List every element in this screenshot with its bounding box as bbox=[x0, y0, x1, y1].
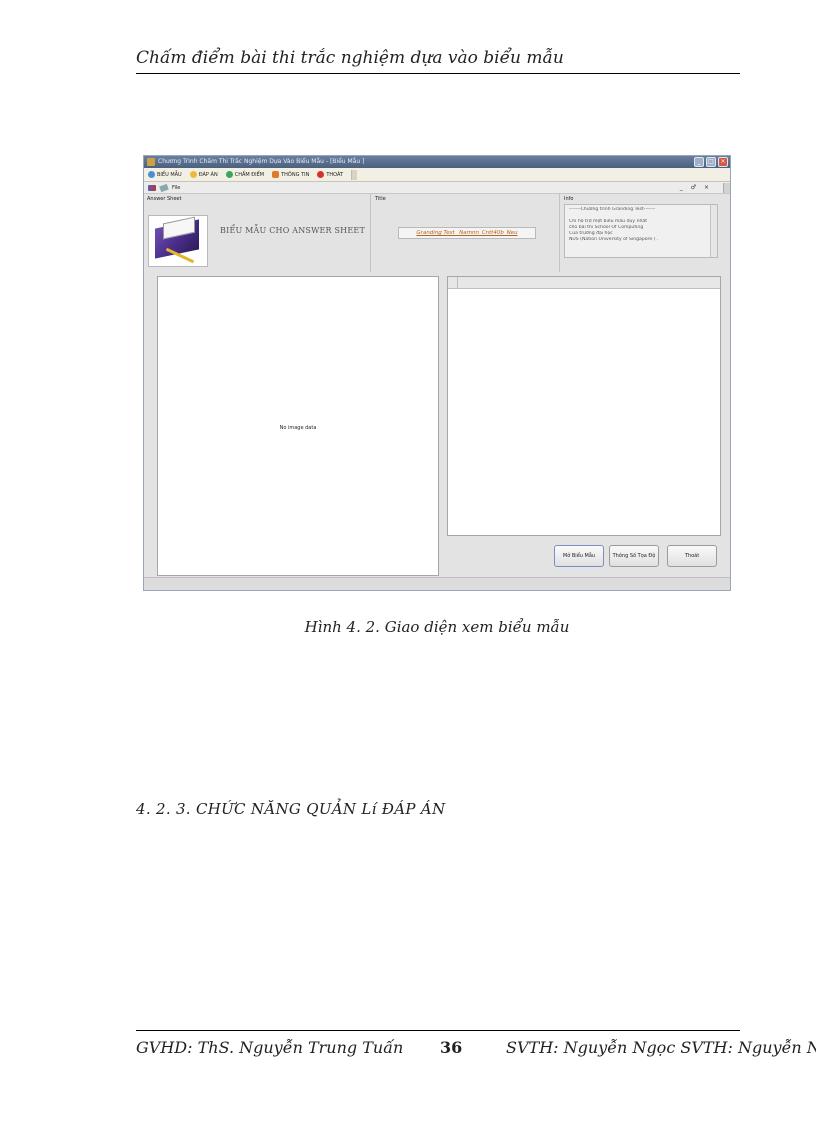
child-window-controls[interactable]: _ ♂ × bbox=[680, 182, 712, 194]
menu-item-bieu-mau[interactable]: BIỂU MẪU bbox=[148, 171, 182, 178]
status-bar bbox=[144, 577, 730, 590]
info-icon bbox=[272, 171, 280, 178]
page-header: Chấm điểm bài thi trắc nghiệm dựa vào bi… bbox=[136, 48, 740, 74]
menu-item-cham-diem[interactable]: CHẤM ĐIỂM bbox=[225, 171, 265, 178]
info-textbox[interactable]: -------Chương trình Granding Test-------… bbox=[564, 204, 718, 258]
window-title: Chương Trình Chấm Thi Trắc Nghiệm Dựa Và… bbox=[158, 158, 365, 165]
menu-label: THÔNG TIN bbox=[281, 171, 310, 178]
file-icon bbox=[159, 183, 169, 192]
form-caption: BIỂU MẪU CHO ANSWER SHEET bbox=[220, 226, 365, 235]
title-panel: Title Granding Test _Namnn_Cntt40b_Neu bbox=[372, 194, 560, 272]
menu-item-thoat[interactable]: THOÁT bbox=[317, 171, 343, 178]
info-line: NUS (Nation University of Singapore ) . bbox=[569, 237, 659, 242]
answer-sheet-panel: Answer Sheet BIỂU MẪU CHO ANSWER SHEET bbox=[144, 194, 371, 272]
info-label: Info bbox=[564, 196, 574, 202]
title-label: Title bbox=[375, 196, 386, 202]
window-controls: _ □ × bbox=[694, 157, 728, 167]
answer-sheet-label: Answer Sheet bbox=[147, 196, 182, 202]
menu-label: THOÁT bbox=[326, 171, 344, 178]
form-logo-image bbox=[148, 215, 208, 267]
no-image-text: No image data bbox=[279, 425, 317, 431]
title-value: Granding Test _Namnn_Cntt40b_Neu bbox=[398, 227, 536, 239]
app-icon bbox=[147, 158, 155, 166]
menu-label: CHẤM ĐIỂM bbox=[234, 171, 265, 178]
data-grid[interactable] bbox=[447, 276, 721, 536]
maximize-icon[interactable]: □ bbox=[706, 157, 716, 167]
subbar-overflow-handle[interactable] bbox=[723, 183, 730, 193]
minimize-icon[interactable]: _ bbox=[694, 157, 704, 167]
file-menu[interactable]: File bbox=[172, 182, 180, 194]
close-icon[interactable]: × bbox=[718, 157, 728, 167]
page-footer: GVHD: ThS. Nguyễn Trung Tuấn 36 SVTH: Ng… bbox=[136, 1038, 816, 1060]
mdi-child-icon bbox=[148, 184, 156, 191]
image-viewer: No image data bbox=[157, 276, 439, 576]
mdi-subbar: File _ ♂ × bbox=[144, 182, 730, 194]
app-screenshot: Chương Trình Chấm Thi Trắc Nghiệm Dựa Và… bbox=[143, 155, 731, 591]
form-icon bbox=[148, 171, 155, 178]
answer-icon bbox=[189, 171, 197, 178]
menu-overflow-handle[interactable] bbox=[351, 169, 358, 180]
window-titlebar: Chương Trình Chấm Thi Trắc Nghiệm Dựa Và… bbox=[144, 156, 730, 168]
grid-header bbox=[448, 277, 720, 289]
info-panel: Info -------Chương trình Granding Test--… bbox=[561, 194, 730, 272]
grade-icon bbox=[225, 171, 233, 178]
header-title: Chấm điểm bài thi trắc nghiệm dựa vào bi… bbox=[136, 48, 564, 68]
figure-caption: Hình 4. 2. Giao diện xem biểu mẫu bbox=[304, 618, 570, 636]
exit-button[interactable]: Thoát bbox=[667, 545, 717, 567]
section-heading: 4. 2. 3. CHỨC NĂNG QUẢN Lí ĐÁP ÁN bbox=[136, 800, 446, 818]
grid-row-header[interactable] bbox=[448, 277, 458, 289]
footer-rule bbox=[136, 1030, 740, 1031]
info-scrollbar[interactable] bbox=[710, 205, 717, 257]
menu-label: BIỂU MẪU bbox=[157, 171, 182, 178]
page-number: 36 bbox=[440, 1038, 463, 1057]
open-form-button[interactable]: Mở Biểu Mẫu bbox=[554, 545, 604, 567]
menubar: BIỂU MẪU ĐÁP ÁN CHẤM ĐIỂM THÔNG TIN THOÁ… bbox=[144, 168, 730, 182]
menu-item-thong-tin[interactable]: THÔNG TIN bbox=[272, 171, 309, 178]
exit-icon bbox=[317, 171, 325, 178]
menu-label: ĐÁP ÁN bbox=[198, 171, 218, 178]
menu-item-dap-an[interactable]: ĐÁP ÁN bbox=[189, 171, 218, 178]
coordinates-button[interactable]: Thông Số Tọa Độ bbox=[609, 545, 659, 567]
footer-supervisor: GVHD: ThS. Nguyễn Trung Tuấn bbox=[136, 1038, 404, 1057]
footer-student: SVTH: Nguyễn Ngọc SVTH: Nguyễn Ngọc bbox=[506, 1038, 816, 1057]
